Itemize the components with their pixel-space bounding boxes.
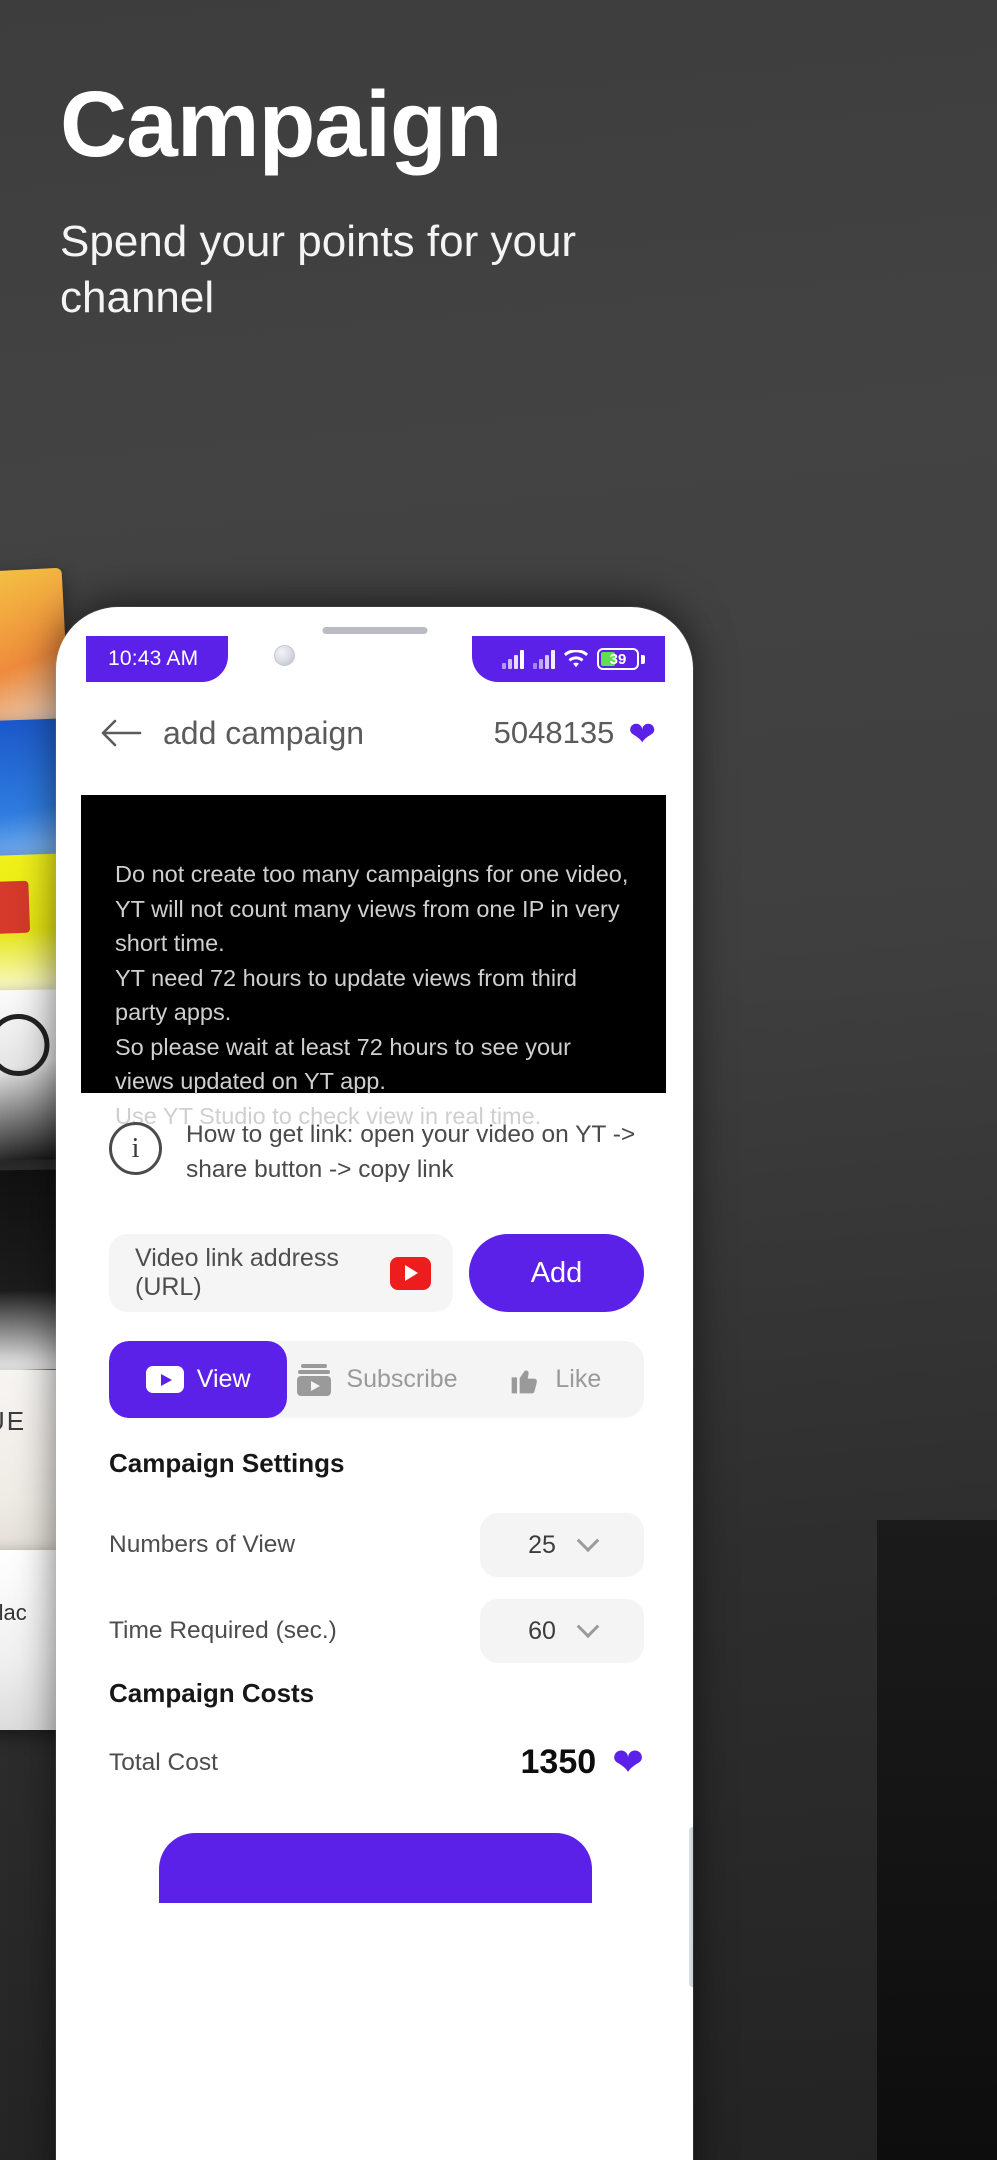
total-cost-row: Total Cost 1350 ❤ bbox=[109, 1743, 644, 1782]
page-title: add campaign bbox=[163, 714, 365, 751]
time-required-value: 60 bbox=[528, 1616, 556, 1645]
subscribe-icon bbox=[295, 1363, 333, 1396]
points-value: 5048135 bbox=[493, 715, 615, 750]
chevron-down-icon bbox=[576, 1615, 600, 1639]
signal-bars-icon bbox=[502, 649, 524, 669]
video-link-placeholder: Video link address (URL) bbox=[135, 1244, 339, 1301]
total-cost-value-group: 1350 ❤ bbox=[521, 1743, 644, 1782]
promo-headline: Campaign bbox=[60, 72, 503, 176]
chevron-down-icon bbox=[576, 1529, 600, 1553]
battery-percent: 39 bbox=[609, 650, 627, 668]
app-header: add campaign 5048135 ❤ bbox=[67, 690, 682, 776]
tab-like[interactable]: Like bbox=[466, 1341, 644, 1418]
phone-mockup: 10:43 AM 39 add campaign 5048135 ❤ Do no… bbox=[56, 607, 693, 2160]
signal-bars-icon-secondary bbox=[533, 649, 555, 669]
time-required-select[interactable]: 60 bbox=[480, 1599, 644, 1663]
numbers-of-view-value: 25 bbox=[528, 1530, 556, 1559]
warning-text: Do not create too many campaigns for one… bbox=[115, 861, 629, 1129]
tab-like-label: Like bbox=[555, 1365, 602, 1393]
front-camera bbox=[274, 645, 295, 666]
info-circle-icon: i bbox=[109, 1122, 162, 1175]
youtube-play-icon bbox=[145, 1366, 184, 1393]
how-to-get-link-row: i How to get link: open your video on YT… bbox=[109, 1118, 642, 1188]
tab-view[interactable]: View bbox=[109, 1341, 288, 1418]
video-link-field[interactable]: Video link address (URL) bbox=[109, 1234, 453, 1312]
campaign-type-tabs: View Subscribe Like bbox=[109, 1341, 644, 1418]
points-balance[interactable]: 5048135 ❤ bbox=[494, 715, 656, 751]
setting-row-numbers-of-view: Numbers of View 25 bbox=[109, 1513, 644, 1577]
video-link-row: Video link address (URL) Add bbox=[109, 1234, 644, 1312]
numbers-of-view-select[interactable]: 25 bbox=[480, 1513, 644, 1577]
promo-subheadline: Spend your points for your channel bbox=[60, 217, 577, 323]
promo-screenshot: Campaign Spend your points for your chan… bbox=[0, 0, 997, 2160]
wifi-icon bbox=[564, 649, 588, 669]
campaign-costs-title: Campaign Costs bbox=[109, 1678, 315, 1708]
total-cost-value: 1350 bbox=[520, 1743, 597, 1781]
tab-view-label: View bbox=[196, 1365, 251, 1393]
phone-side-button bbox=[689, 1827, 693, 1987]
back-arrow-icon bbox=[101, 719, 142, 747]
setting-row-time-required: Time Required (sec.) 60 bbox=[109, 1599, 644, 1663]
campaign-settings-title: Campaign Settings bbox=[109, 1448, 345, 1478]
phone-screen: 10:43 AM 39 add campaign 5048135 ❤ Do no… bbox=[67, 618, 682, 2160]
status-time: 10:43 AM bbox=[108, 647, 199, 670]
total-cost-label: Total Cost bbox=[109, 1748, 218, 1776]
how-to-get-link-text: How to get link: open your video on YT -… bbox=[186, 1121, 636, 1183]
back-button[interactable] bbox=[93, 705, 149, 761]
tab-subscribe-label: Subscribe bbox=[346, 1365, 458, 1393]
earpiece-speaker bbox=[322, 627, 427, 634]
setting-label: Numbers of View bbox=[109, 1531, 296, 1558]
background-panel-right bbox=[877, 1520, 997, 2160]
battery-icon: 39 bbox=[597, 648, 645, 670]
add-button[interactable]: Add bbox=[469, 1234, 644, 1312]
create-campaign-button[interactable] bbox=[159, 1833, 592, 1903]
setting-label: Time Required (sec.) bbox=[109, 1617, 337, 1644]
warning-panel: Do not create too many campaigns for one… bbox=[81, 795, 666, 1129]
thumbs-up-icon bbox=[508, 1364, 542, 1396]
heart-icon: ❤ bbox=[628, 714, 656, 752]
status-bar-right: 39 bbox=[472, 636, 665, 682]
youtube-play-icon bbox=[389, 1256, 431, 1290]
heart-icon: ❤ bbox=[612, 1741, 644, 1784]
status-bar-left: 10:43 AM bbox=[86, 636, 229, 682]
tab-subscribe[interactable]: Subscribe bbox=[287, 1341, 465, 1418]
